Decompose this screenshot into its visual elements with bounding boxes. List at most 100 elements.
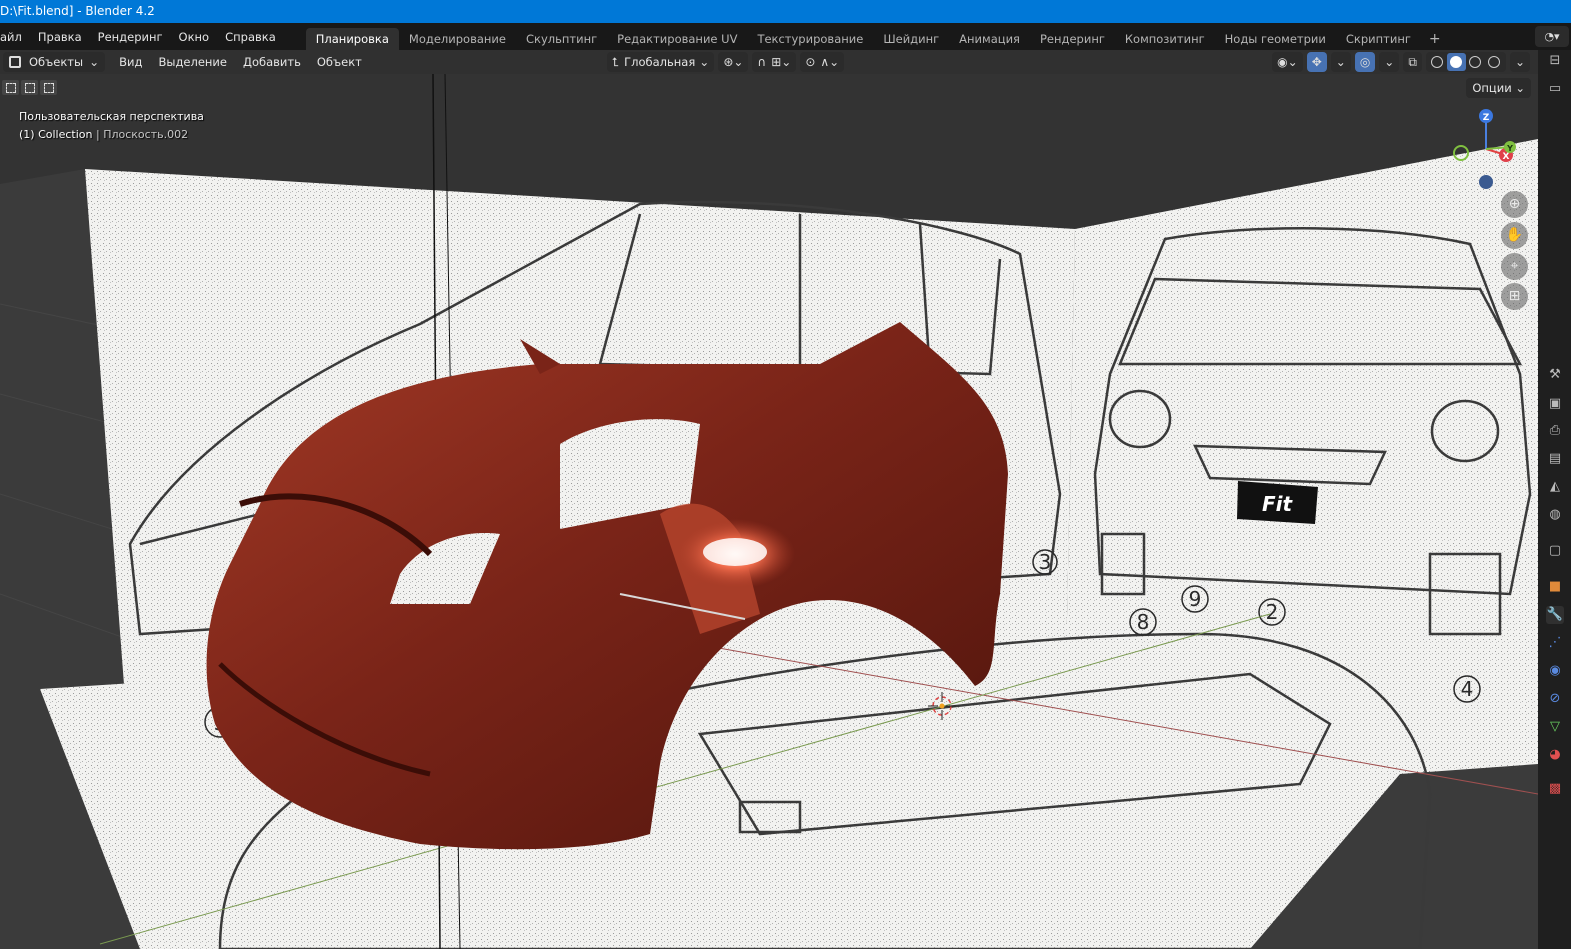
- menu-object[interactable]: Объект: [309, 55, 370, 69]
- tab-animation[interactable]: Анимация: [949, 28, 1030, 50]
- material-preview-icon: [1469, 56, 1482, 68]
- 3d-viewport[interactable]: Fit 9 2 8 4 3 3: [0, 74, 1538, 949]
- solid-shading-button[interactable]: [1446, 53, 1466, 71]
- callout-8: 8: [1137, 610, 1150, 634]
- snap-toggle[interactable]: ∩ ⊞⌄: [752, 52, 797, 72]
- active-object-name: Плоскость.002: [103, 128, 189, 141]
- window-titlebar: D:\Fit.blend] - Blender 4.2: [0, 0, 1571, 23]
- data-icon: ▽: [1550, 719, 1560, 734]
- body-highlight-2: [703, 538, 767, 566]
- properties-tab-texture[interactable]: ▩: [1546, 780, 1564, 798]
- add-workspace-button[interactable]: +: [1421, 28, 1449, 50]
- properties-tab-output[interactable]: ⎙: [1546, 422, 1564, 440]
- menu-window[interactable]: Окно: [171, 26, 218, 48]
- menu-render[interactable]: Рендеринг: [90, 26, 171, 48]
- material-shading-button[interactable]: [1466, 53, 1485, 71]
- menu-help[interactable]: Справка: [217, 26, 284, 48]
- falloff-icon: ∧⌄: [820, 55, 840, 69]
- tab-rendering[interactable]: Рендеринг: [1030, 28, 1115, 50]
- properties-tab-view-layer[interactable]: ▤: [1546, 450, 1564, 468]
- magnet-icon: ∩: [757, 55, 767, 69]
- outliner-toggle[interactable]: ⊟: [1546, 52, 1564, 70]
- editor-toggle[interactable]: ▭: [1546, 80, 1564, 98]
- top-bar: айл Правка Рендеринг Окно Справка Планир…: [0, 23, 1571, 50]
- properties-tab-collection[interactable]: ▢: [1546, 542, 1564, 560]
- callout-4: 4: [1461, 677, 1474, 701]
- select-subtract-button[interactable]: [40, 80, 57, 95]
- select-extend-button[interactable]: [21, 80, 38, 95]
- menu-edit[interactable]: Правка: [30, 26, 90, 48]
- gizmo-toggle[interactable]: ✥: [1306, 52, 1327, 72]
- select-new-button[interactable]: [2, 80, 19, 95]
- mode-dropdown[interactable]: Объекты ⌄: [3, 52, 106, 72]
- scene-selector-button[interactable]: ◔▾: [1535, 26, 1569, 47]
- object-icon: ■: [1548, 579, 1562, 594]
- tab-uv-editing[interactable]: Редактирование UV: [607, 28, 747, 50]
- properties-tab-particles[interactable]: ⋰: [1546, 634, 1564, 652]
- outliner-icon: ⊟: [1549, 53, 1561, 68]
- editor-icon: ▭: [1548, 81, 1562, 96]
- scene-icon: ◭: [1550, 479, 1560, 494]
- menu-select[interactable]: Выделение: [150, 55, 235, 69]
- tab-layout[interactable]: Планировка: [305, 28, 399, 50]
- shading-dropdown[interactable]: ⌄: [1509, 52, 1530, 72]
- scene-icon: ◔▾: [1544, 30, 1560, 43]
- properties-tab-world[interactable]: ◍: [1546, 506, 1564, 524]
- wireframe-shading-button[interactable]: [1428, 53, 1447, 71]
- properties-tab-constraints[interactable]: ⊘: [1546, 690, 1564, 708]
- callout-2: 2: [1266, 600, 1279, 624]
- camera-view-button[interactable]: ⌖: [1501, 253, 1528, 280]
- tab-texture-paint[interactable]: Текстурирование: [747, 28, 873, 50]
- viewport-scene: Fit 9 2 8 4 3 3: [0, 74, 1538, 949]
- viewport-display-tools: ◉⌄ ✥ ⌄ ◎ ⌄ ⧉ ⌄: [1272, 52, 1530, 72]
- chevron-down-icon: ⌄: [1515, 81, 1525, 95]
- grid-icon: ⊞: [1508, 288, 1521, 304]
- options-label: Опции: [1472, 81, 1512, 95]
- callout-3-side: 3: [1039, 550, 1052, 574]
- gizmo-y-label: Y: [1506, 144, 1513, 153]
- tab-shading[interactable]: Шейдинг: [873, 28, 949, 50]
- gizmo-dropdown[interactable]: ⌄: [1330, 52, 1351, 72]
- ortho-toggle-button[interactable]: ⊞: [1501, 283, 1528, 310]
- collection-icon: ▢: [1548, 543, 1562, 558]
- rendered-shading-button[interactable]: [1485, 53, 1504, 71]
- transform-orientation-dropdown[interactable]: ⮤ Глобальная ⌄: [607, 52, 715, 72]
- shading-modes: [1425, 52, 1506, 72]
- proportional-edit-toggle[interactable]: ⊙ ∧⌄: [800, 52, 845, 72]
- properties-tab-physics[interactable]: ◉: [1546, 662, 1564, 680]
- orientation-icon: ⮤: [612, 55, 620, 69]
- pan-button[interactable]: ✋: [1501, 222, 1528, 249]
- options-dropdown[interactable]: Опции ⌄: [1466, 78, 1531, 98]
- tab-sculpting[interactable]: Скульптинг: [516, 28, 607, 50]
- properties-tab-object[interactable]: ■: [1546, 578, 1564, 596]
- menu-add[interactable]: Добавить: [235, 55, 309, 69]
- wireframe-icon: [1431, 56, 1444, 68]
- gizmo-neg-z: [1479, 175, 1493, 189]
- properties-tab-modifiers[interactable]: 🔧: [1546, 606, 1564, 624]
- overlays-dropdown[interactable]: ⌄: [1379, 52, 1400, 72]
- tab-compositing[interactable]: Композитинг: [1115, 28, 1215, 50]
- tab-modeling[interactable]: Моделирование: [399, 28, 516, 50]
- tab-scripting[interactable]: Скриптинг: [1336, 28, 1421, 50]
- render-icon: ▣: [1548, 396, 1562, 411]
- properties-tab-material[interactable]: ◕: [1546, 746, 1564, 764]
- tab-geometry-nodes[interactable]: Ноды геометрии: [1215, 28, 1336, 50]
- overlays-toggle[interactable]: ◎: [1354, 52, 1376, 72]
- pivot-point-dropdown[interactable]: ⊛⌄: [718, 52, 749, 72]
- properties-tab-render[interactable]: ▣: [1546, 395, 1564, 413]
- solid-icon: [1450, 56, 1463, 68]
- properties-tab-scene[interactable]: ◭: [1546, 478, 1564, 496]
- properties-tab-data[interactable]: ▽: [1546, 718, 1564, 736]
- zoom-button[interactable]: ⊕: [1501, 191, 1528, 218]
- gizmo-z-label: Z: [1483, 113, 1490, 123]
- visibility-dropdown[interactable]: ◉⌄: [1272, 52, 1303, 72]
- material-icon: ◕: [1549, 747, 1561, 762]
- pivot-icon: ⊛⌄: [723, 55, 744, 69]
- object-info: (1) Collection | Плоскость.002: [19, 128, 188, 141]
- menu-view[interactable]: Вид: [111, 55, 150, 69]
- properties-tab-tool[interactable]: ⚒: [1546, 366, 1564, 384]
- object-mode-icon: [9, 56, 21, 68]
- constraints-icon: ⊘: [1549, 691, 1561, 706]
- menu-file[interactable]: айл: [0, 26, 30, 48]
- xray-toggle[interactable]: ⧉: [1403, 52, 1422, 72]
